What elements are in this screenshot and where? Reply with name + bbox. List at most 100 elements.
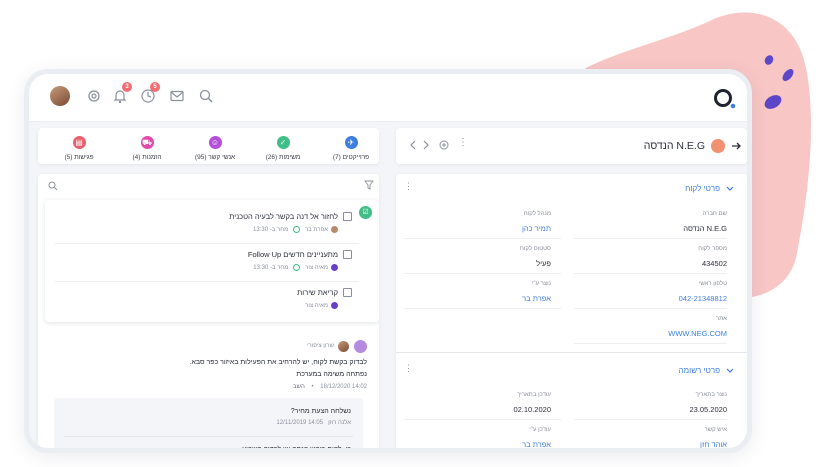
reminders-badge: 5 <box>150 82 160 92</box>
details-panel: פרטי לקוח ⋮ שם חברה N.E.G הנדסה מנהל לקו… <box>396 174 747 448</box>
clock-icon <box>293 264 301 271</box>
manager-link[interactable]: תמיר כהן <box>522 224 551 233</box>
contact-icon: ☺ <box>208 136 222 149</box>
task-due: מחר ב- 13:30 <box>253 227 289 234</box>
updated-by-link[interactable]: אפרת בר <box>522 440 551 448</box>
field-label: אתר <box>715 316 727 322</box>
task-checkbox[interactable] <box>343 212 352 221</box>
note-text: לבדוק בקשת לקוח, יש להרחיב את הפעילות בא… <box>189 359 367 366</box>
reply-meta: אלנה רוזן 14:05 12/11/2019 <box>276 420 351 426</box>
section-divider <box>396 352 747 353</box>
website-link[interactable]: WWW.NEG.COM <box>668 329 727 338</box>
add-circle-icon[interactable] <box>438 139 450 151</box>
field-label: שם חברה <box>702 211 727 217</box>
task-assignee: אפרת בר <box>304 227 328 234</box>
more-options-icon[interactable]: ⋮ <box>404 363 413 374</box>
app-window: 3 5 ✈ פרוייקטים (7) ✓ משימות (26) ☺ אנשי… <box>24 69 752 453</box>
top-bar: 3 5 <box>29 74 747 122</box>
notifications-badge: 3 <box>122 82 132 92</box>
creator-link[interactable]: אפרת בר <box>522 294 551 303</box>
task-checkbox[interactable] <box>343 250 352 259</box>
activity-panel: ☑ לחזור אל דנה בקשר לבעיה הטכנית אפרת בר… <box>38 174 379 453</box>
divider <box>404 238 561 239</box>
divider <box>574 308 727 309</box>
reply-text: כן, לקוח ביקש הנחה יש לבדוק השבוע <box>242 446 351 453</box>
category-projects[interactable]: ✈ פרוייקטים (7) <box>319 136 383 161</box>
customer-number: 434502 <box>701 259 727 268</box>
divider <box>404 308 561 309</box>
section-title-customer[interactable]: פרטי לקוח <box>685 184 720 193</box>
more-options-icon[interactable]: ⋮ <box>404 181 413 192</box>
phone-link[interactable]: 042-21348812 <box>679 294 727 303</box>
mail-icon[interactable] <box>168 87 186 105</box>
filter-icon[interactable] <box>364 180 374 190</box>
chevron-down-icon[interactable] <box>725 184 735 194</box>
category-tasks[interactable]: ✓ משימות (26) <box>251 136 315 161</box>
task-meta: אפרת בר מחר ב- 13:30 <box>253 226 338 233</box>
avatar <box>331 302 338 309</box>
app-logo <box>714 89 736 109</box>
user-avatar[interactable] <box>50 86 70 106</box>
divider <box>574 273 727 274</box>
company-name: N.E.G הנדסה <box>683 224 727 233</box>
category-label: משימות (26) <box>265 154 301 161</box>
back-arrow-icon[interactable] <box>731 140 741 152</box>
note-text: נפתחה משימה במערכת <box>296 371 367 378</box>
entity-title: N.E.G הנדסה <box>643 140 705 152</box>
divider <box>574 419 727 420</box>
task-checkbox[interactable] <box>343 288 352 297</box>
chevron-right-icon[interactable] <box>420 139 432 151</box>
reply-author: אלנה רוזן <box>328 420 351 426</box>
task-assignee: מאיה צור <box>305 303 328 310</box>
search-icon[interactable] <box>47 180 59 192</box>
note-author: שרון ציפורי <box>306 343 334 349</box>
task-meta: מאיה צור מחר ב- 13:30 <box>253 264 338 271</box>
reply-text: נשלחה הצעת מחיר? <box>290 408 351 415</box>
field-label: עודכן בתאריך <box>517 392 551 398</box>
notifications-button[interactable]: 3 <box>111 82 132 105</box>
section-title-record[interactable]: פרטי רשומה <box>679 366 720 375</box>
clock-icon <box>293 226 301 233</box>
category-meetings[interactable]: ▤ פגישות (5) <box>47 136 111 161</box>
divider <box>404 419 561 420</box>
avatar <box>331 264 338 271</box>
tasks-check-icon: ☑ <box>359 206 372 219</box>
task-due: מחר ב- 13:30 <box>253 265 289 272</box>
note-timestamp: 14:02 18/12/2020 <box>320 384 367 390</box>
calendar-icon: ▤ <box>72 136 86 149</box>
category-contacts[interactable]: ☺ אנשי קשר (95) <box>183 136 247 161</box>
check-icon: ✓ <box>276 136 290 149</box>
reminders-button[interactable]: 5 <box>139 82 160 105</box>
gear-icon[interactable] <box>85 87 103 105</box>
category-label: הזמנות (4) <box>132 154 162 161</box>
field-label: טלפון ראשי <box>698 281 727 287</box>
task-meta: מאיה צור <box>305 302 338 309</box>
category-label: אנשי קשר (95) <box>194 154 236 161</box>
search-icon[interactable] <box>197 87 215 105</box>
task-title: קריאת שירות <box>297 288 338 297</box>
chevron-left-icon[interactable] <box>407 139 419 151</box>
avatar <box>338 341 349 352</box>
reply-timestamp: 14:05 12/11/2019 <box>276 420 324 426</box>
customer-status: פעיל <box>536 259 551 268</box>
task-assignee: מאיה צור <box>305 265 328 272</box>
divider <box>64 436 353 437</box>
reply-button[interactable]: השב <box>293 384 305 390</box>
field-label: מנהל לקוח <box>523 211 551 217</box>
divider <box>404 273 561 274</box>
field-label: נוצר בתאריך <box>695 392 727 398</box>
contact-link[interactable]: אוהד חזן <box>700 440 727 448</box>
task-title: מתעניינים חדשים Follow Up <box>247 250 338 259</box>
chevron-down-icon[interactable] <box>725 366 735 376</box>
avatar <box>331 226 338 233</box>
replies-box: נשלחה הצעת מחיר? אלנה רוזן 14:05 12/11/2… <box>54 398 363 453</box>
divider <box>55 281 359 282</box>
task-title: לחזור אל דנה בקשר לבעיה הטכנית <box>229 212 338 221</box>
more-options-icon[interactable]: ⋮ <box>458 137 468 149</box>
category-label: פרוייקטים (7) <box>332 154 370 161</box>
rocket-icon: ✈ <box>344 136 358 149</box>
category-orders[interactable]: ⛟ הזמנות (4) <box>115 136 179 161</box>
field-label: מספר לקוח <box>698 246 727 252</box>
field-label: נוצר ע"י <box>531 281 551 287</box>
category-label: פגישות (5) <box>64 154 94 161</box>
